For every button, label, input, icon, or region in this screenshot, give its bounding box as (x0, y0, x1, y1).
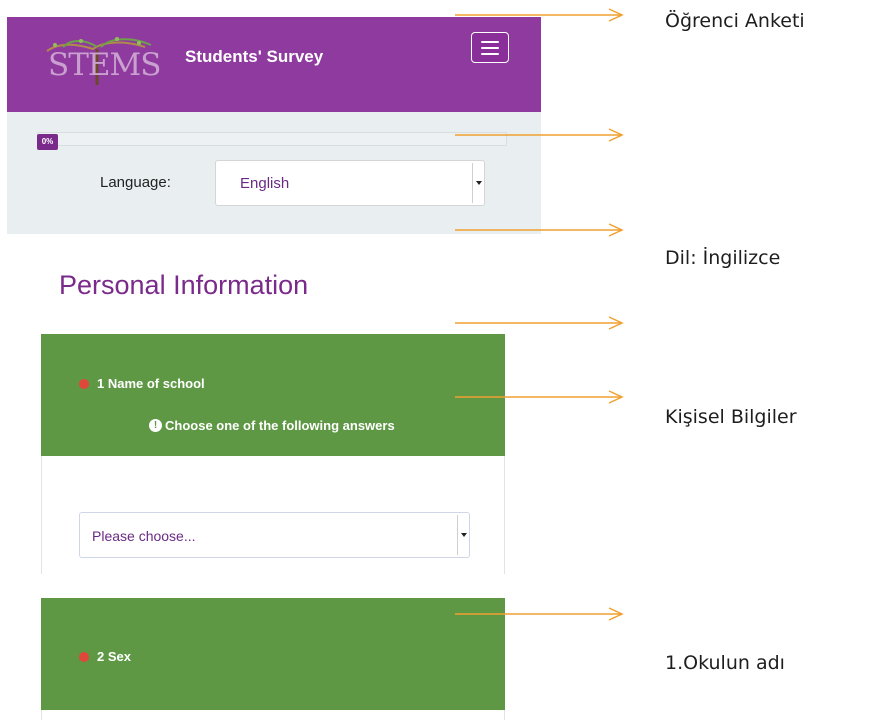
logo-text: STEMS (48, 47, 162, 83)
caret-down-icon (476, 181, 482, 185)
arrow-icon (455, 390, 624, 404)
app-header: STEMS Students' Survey (7, 17, 541, 112)
language-label: Language: (100, 174, 171, 191)
arrow-icon (455, 316, 624, 330)
question-1-header: 1 Name of school ! Choose one of the fol… (41, 334, 505, 456)
app-title: Students' Survey (185, 47, 324, 66)
arrow-icon (455, 8, 624, 22)
school-select[interactable]: Please choose... (79, 512, 470, 558)
section-title: Personal Information (59, 270, 309, 300)
hamburger-icon (481, 41, 499, 43)
info-icon: ! (149, 419, 162, 432)
progress-bar (37, 132, 507, 146)
question-1-label: 1 Name of school (97, 376, 205, 391)
school-dropdown-toggle[interactable] (457, 515, 469, 555)
arrow-icon (455, 223, 624, 237)
hamburger-icon-line (481, 53, 499, 55)
language-selected-value: English (240, 175, 290, 192)
language-select[interactable]: English (215, 160, 485, 206)
arrow-icon (455, 128, 624, 142)
question-2-header: 2 Sex (41, 598, 505, 710)
annotation-language-english: Dil: İngilizce (665, 247, 781, 269)
annotation-school-name: 1.Okulun adı (665, 652, 785, 674)
required-indicator (79, 379, 89, 389)
stems-logo: STEMS (41, 35, 186, 87)
question-1-body: Please choose... (41, 456, 505, 574)
question-2-body (41, 710, 505, 720)
annotation-personal-information: Kişisel Bilgiler (665, 406, 797, 428)
annotation-student-survey: Öğrenci Anketi (665, 10, 805, 32)
hamburger-icon-line (481, 47, 499, 49)
caret-down-icon (461, 533, 467, 537)
question-2-label: 2 Sex (97, 649, 131, 664)
required-indicator (79, 652, 89, 662)
progress-percent-badge: 0% (37, 134, 58, 150)
question-1-hint: Choose one of the following answers (165, 418, 395, 433)
school-select-placeholder: Please choose... (92, 528, 196, 544)
language-dropdown-toggle[interactable] (472, 163, 484, 203)
menu-button[interactable] (471, 32, 509, 63)
arrow-icon (455, 607, 624, 621)
